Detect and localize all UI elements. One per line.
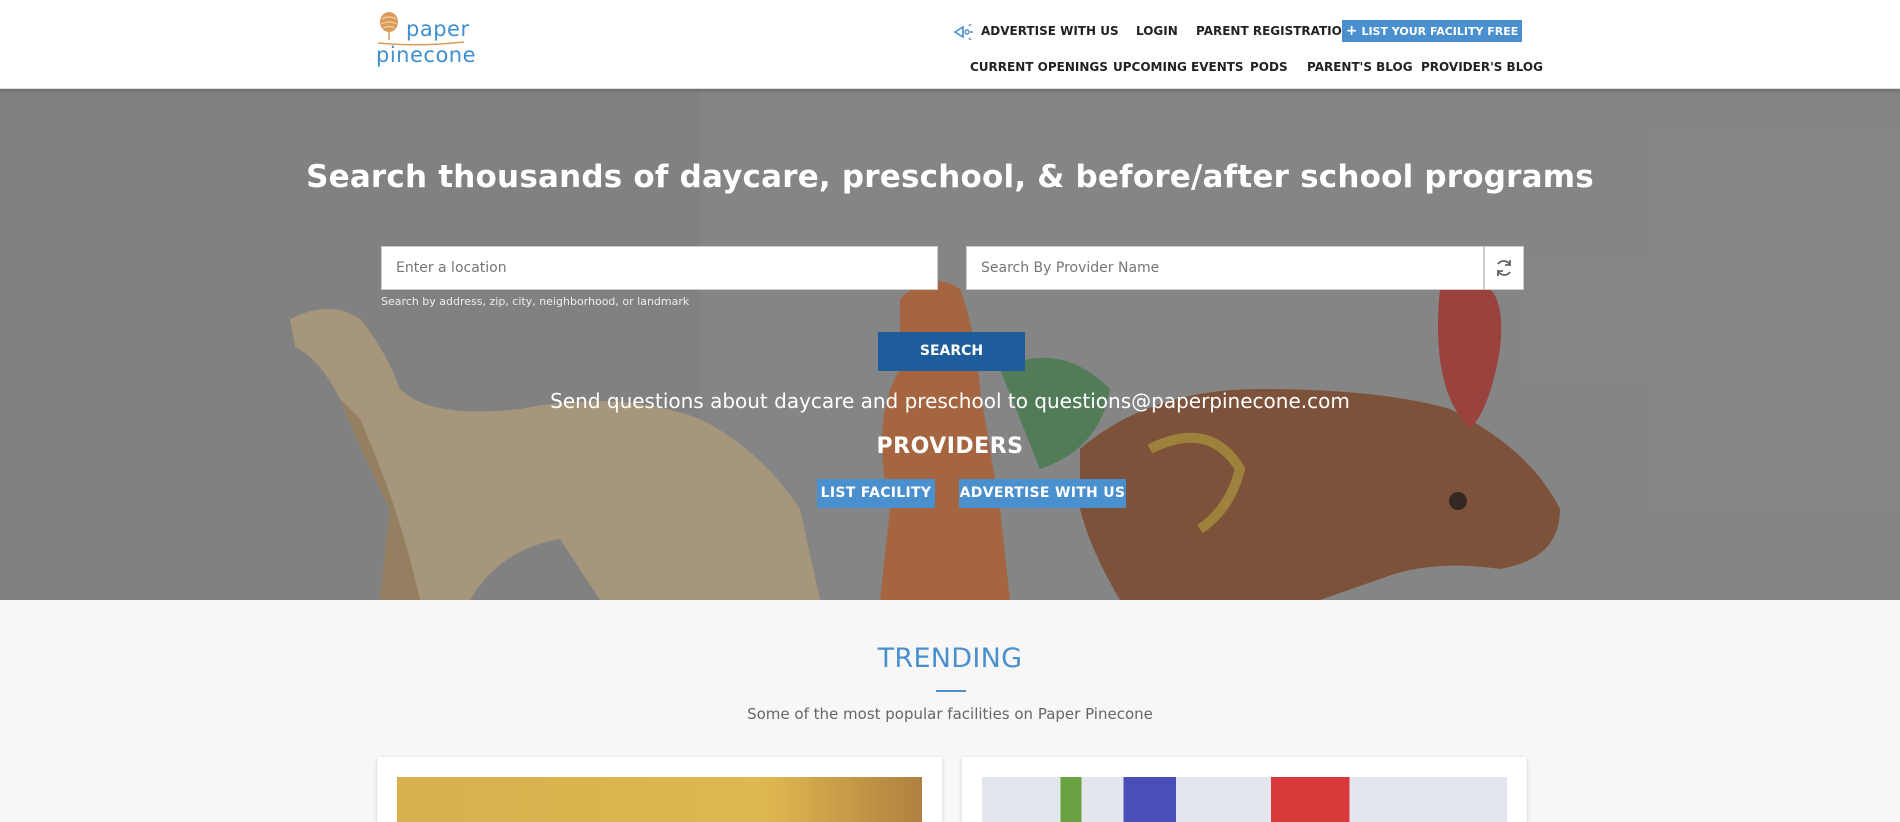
- refresh-button[interactable]: [1484, 246, 1524, 290]
- hero-section: Search thousands of daycare, preschool, …: [0, 89, 1900, 600]
- location-search-input[interactable]: [381, 246, 938, 290]
- megaphone-icon[interactable]: [953, 23, 973, 41]
- hero-title: Search thousands of daycare, preschool, …: [306, 159, 1594, 195]
- nav-upcoming-events[interactable]: UPCOMING EVENTS: [1113, 56, 1244, 78]
- trending-card[interactable]: [962, 757, 1527, 822]
- facility-image: [397, 777, 922, 822]
- nav-login-link[interactable]: LOGIN: [1136, 20, 1178, 42]
- nav-pods[interactable]: PODS: [1250, 56, 1288, 78]
- questions-text: Send questions about daycare and prescho…: [550, 389, 1350, 413]
- nav-providers-blog[interactable]: PROVIDER'S BLOG: [1421, 56, 1543, 78]
- trending-divider: [936, 690, 966, 692]
- logo-text-pinecone: pinecone: [376, 43, 477, 67]
- trending-card[interactable]: [377, 757, 942, 822]
- logo-text-paper: paper: [406, 17, 470, 41]
- trending-subtitle: Some of the most popular facilities on P…: [747, 705, 1153, 723]
- nav-current-openings[interactable]: CURRENT OPENINGS: [970, 56, 1108, 78]
- nav-parents-blog[interactable]: PARENT'S BLOG: [1307, 56, 1413, 78]
- list-facility-button[interactable]: LIST FACILITY: [817, 479, 935, 508]
- search-button[interactable]: SEARCH: [878, 332, 1025, 371]
- refresh-icon: [1497, 260, 1511, 276]
- location-search-hint: Search by address, zip, city, neighborho…: [381, 295, 690, 308]
- plus-icon: +: [1345, 23, 1358, 39]
- nav-advertise-link[interactable]: ADVERTISE WITH US: [981, 20, 1119, 42]
- nav-parent-registration-link[interactable]: PARENT REGISTRATION: [1196, 20, 1352, 42]
- trending-title: TRENDING: [877, 643, 1023, 674]
- pinecone-logo-icon: [380, 12, 398, 40]
- site-header: paper pinecone ADVERTISE WITH US LOGIN P…: [0, 0, 1900, 89]
- provider-name-search-input[interactable]: [966, 246, 1484, 290]
- providers-heading: PROVIDERS: [876, 434, 1024, 459]
- logo[interactable]: paper pinecone: [376, 11, 476, 69]
- advertise-with-us-button[interactable]: ADVERTISE WITH US: [959, 479, 1126, 508]
- list-facility-free-label: LIST YOUR FACILITY FREE: [1361, 25, 1519, 38]
- facility-image: [982, 777, 1507, 822]
- list-facility-free-button[interactable]: + LIST YOUR FACILITY FREE: [1342, 20, 1522, 42]
